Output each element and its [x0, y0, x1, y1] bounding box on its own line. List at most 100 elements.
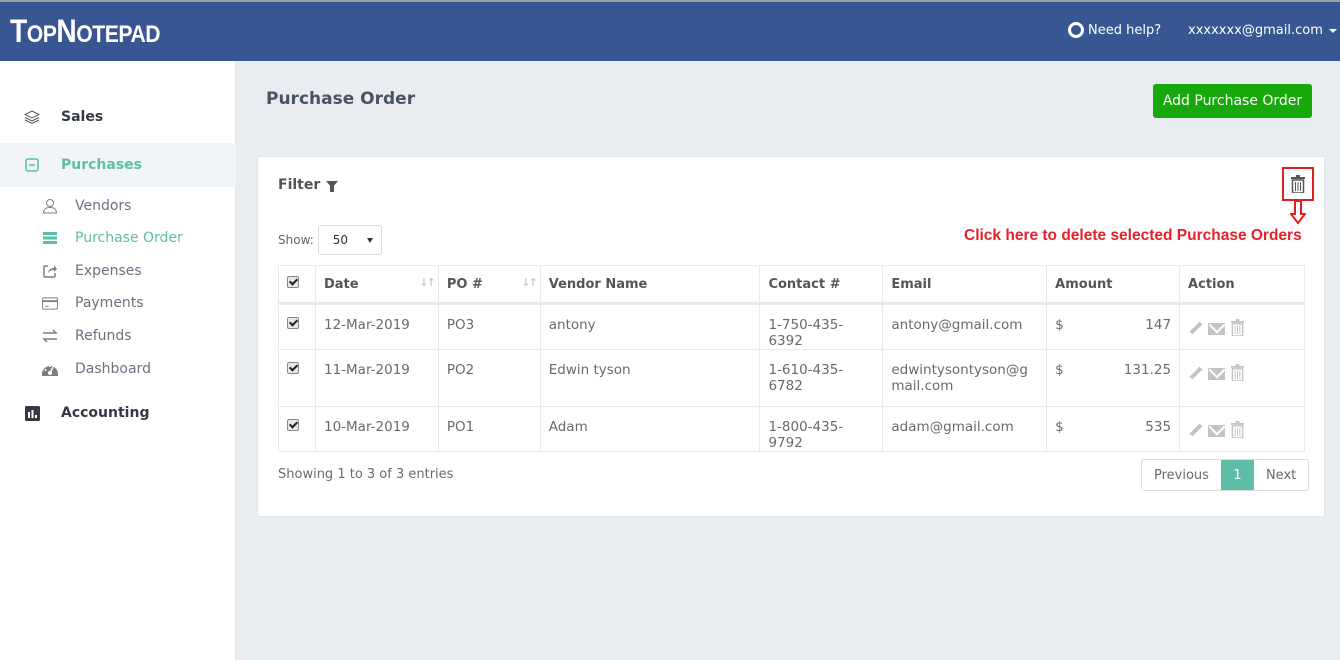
table-row: 11-Mar-2019 PO2 Edwin tyson 1-610-435-6782 e… [278, 349, 1305, 407]
vendor-cell: antony [539, 303, 761, 350]
sidebar-item-vendors[interactable]: Vendors [0, 191, 236, 221]
sidebar-item-refunds[interactable]: Refunds [0, 321, 236, 351]
row-checkbox[interactable] [287, 419, 299, 431]
sidebar-item-purchases[interactable]: Purchases [0, 143, 236, 187]
credit-card-icon [42, 295, 58, 311]
amount-cell: $535 [1046, 406, 1181, 452]
select-all-checkbox[interactable] [287, 276, 299, 288]
po-cell: PO3 [437, 303, 541, 350]
sidebar-item-expenses[interactable]: Expenses [0, 256, 236, 286]
sidebar-item-dashboard[interactable]: Dashboard [0, 354, 236, 384]
email-cell: edwintysontyson@gmail.com [882, 349, 1048, 407]
email-text: adam@gmail.com [891, 419, 1014, 435]
row-select-cell [278, 406, 316, 452]
logo[interactable]: TOPNOTEPAD [10, 13, 161, 50]
po-cell: PO2 [437, 349, 541, 407]
exchange-icon [42, 328, 58, 344]
user-email: xxxxxxx@gmail.com [1188, 23, 1323, 38]
filter-label: Filter [278, 177, 321, 193]
add-purchase-order-button[interactable]: Add Purchase Order [1153, 84, 1312, 118]
caret-down-icon [1328, 28, 1337, 33]
purchase-orders-table: Date ↓↑ PO # ↓↑ Vendor Name Contact # Emai… [278, 265, 1305, 452]
date-cell: 10-Mar-2019 [314, 406, 439, 452]
row-checkbox[interactable] [287, 317, 299, 329]
amount-value: 535 [1145, 419, 1172, 435]
sidebar-item-payments[interactable]: Payments [0, 288, 236, 318]
user-menu[interactable]: xxxxxxx@gmail.com [1188, 23, 1337, 38]
email-icon[interactable] [1208, 367, 1226, 380]
delete-selected-button[interactable] [1282, 167, 1314, 201]
sidebar: Sales Purchases Vendors Purchase Order E… [0, 61, 236, 660]
email-text: edwintysontyson@gmail.com [891, 362, 1028, 394]
annotation-arrow-icon [1290, 201, 1306, 225]
edit-icon[interactable] [1188, 321, 1202, 335]
edit-icon[interactable] [1188, 423, 1202, 437]
amount-value: 131.25 [1123, 362, 1172, 378]
list-icon [42, 230, 58, 246]
sidebar-label: Sales [61, 109, 104, 125]
sidebar-label: Accounting [61, 405, 150, 421]
need-help-link[interactable]: Need help? [1068, 22, 1161, 38]
vendor-cell: Adam [539, 406, 761, 452]
delete-icon[interactable] [1231, 421, 1245, 438]
currency-symbol: $ [1055, 317, 1064, 333]
page-1-button[interactable]: 1 [1220, 460, 1254, 490]
column-header-date[interactable]: Date ↓↑ [314, 265, 439, 305]
sidebar-label: Vendors [75, 198, 132, 214]
action-cell [1179, 406, 1305, 452]
table-row: 12-Mar-2019 PO3 antony 1-750-435-6392 antony… [278, 303, 1305, 350]
filter-toggle[interactable]: Filter [278, 177, 339, 193]
date-cell: 12-Mar-2019 [314, 303, 439, 350]
email-icon[interactable] [1208, 322, 1226, 335]
sidebar-label: Purchase Order [75, 230, 183, 246]
previous-page-button[interactable]: Previous [1142, 460, 1221, 490]
dashboard-icon [42, 361, 58, 377]
next-page-button[interactable]: Next [1253, 460, 1309, 490]
page-size-value: 50 [332, 233, 349, 247]
annotation-text: Click here to delete selected Purchase O… [964, 227, 1302, 244]
email-cell: adam@gmail.com [882, 406, 1048, 452]
column-header-contact: Contact # [759, 265, 884, 305]
sidebar-label: Purchases [61, 157, 143, 173]
email-cell: antony@gmail.com [882, 303, 1048, 350]
vendor-cell: Edwin tyson [539, 349, 761, 407]
column-header-amount: Amount [1046, 265, 1181, 305]
minus-square-icon [24, 157, 40, 173]
column-header-email: Email [882, 265, 1048, 305]
life-ring-icon [1068, 22, 1084, 38]
edit-icon[interactable] [1188, 366, 1202, 380]
share-icon [42, 263, 58, 279]
page-size-control: Show: 50 [278, 225, 382, 255]
page-size-select[interactable]: 50 [317, 225, 382, 255]
table-row: 10-Mar-2019 PO1 Adam 1-800-435-9792 adam@gma… [278, 406, 1305, 452]
delete-icon[interactable] [1231, 364, 1245, 381]
sidebar-item-accounting[interactable]: Accounting [0, 391, 236, 435]
show-label: Show: [278, 233, 314, 247]
po-cell: PO1 [437, 406, 541, 452]
trash-icon [1291, 175, 1305, 193]
sidebar-item-sales[interactable]: Sales [0, 95, 236, 139]
column-header-po[interactable]: PO # ↓↑ [437, 265, 541, 305]
row-select-cell [278, 349, 316, 407]
contact-cell: 1-750-435-6392 [759, 303, 884, 350]
row-checkbox[interactable] [287, 362, 299, 374]
purchase-order-card: Filter Click here to delete selected Pur… [257, 156, 1325, 517]
bar-chart-icon [24, 405, 40, 421]
action-cell [1179, 349, 1305, 407]
email-icon[interactable] [1208, 424, 1226, 437]
table-info: Showing 1 to 3 of 3 entries [278, 467, 454, 482]
contact-cell: 1-800-435-9792 [759, 406, 884, 452]
page-title: Purchase Order [266, 89, 416, 109]
currency-symbol: $ [1055, 362, 1064, 378]
sort-icon: ↓↑ [521, 276, 538, 289]
amount-value: 147 [1145, 317, 1172, 333]
delete-icon[interactable] [1231, 319, 1245, 336]
sidebar-item-purchase-order[interactable]: Purchase Order [0, 223, 236, 253]
date-cell: 11-Mar-2019 [314, 349, 439, 407]
amount-cell: $131.25 [1046, 349, 1181, 407]
sort-icon: ↓↑ [419, 276, 436, 289]
top-navbar: TOPNOTEPAD Need help? xxxxxxx@gmail.com [0, 0, 1340, 61]
column-header-action: Action [1179, 265, 1305, 305]
sidebar-label: Expenses [75, 263, 142, 279]
caret-down-icon [366, 237, 373, 243]
